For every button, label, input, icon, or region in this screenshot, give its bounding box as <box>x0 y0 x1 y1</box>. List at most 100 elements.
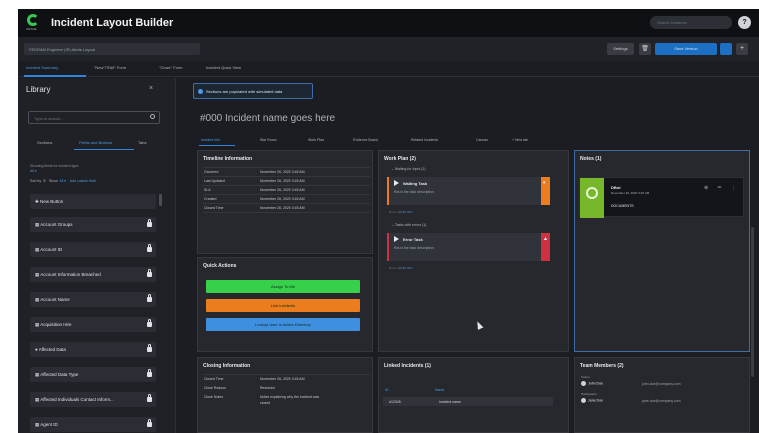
task-meta: Due in 2d 5h 32m <box>389 210 413 214</box>
library-item[interactable]: ▦ Account Information Breached <box>30 267 156 282</box>
section-title: Team Members (2) <box>580 363 624 369</box>
lock-icon <box>147 294 152 302</box>
timeline-section[interactable]: Timeline Information Occurred November 26… <box>197 150 373 254</box>
library-tab-sections[interactable]: Sections <box>37 140 52 145</box>
closing-row: Close Notes Notes explaining why the inci… <box>204 395 320 399</box>
library-tab-tabs[interactable]: Tabs <box>138 140 146 145</box>
note-body: DOCUMENTS <box>611 204 634 208</box>
closing-row: Close Reason Resolved <box>204 386 275 390</box>
closing-row: closed <box>260 401 271 405</box>
library-item[interactable]: ▦ Account Groups <box>30 217 156 232</box>
library-item-label: ✚ New Button <box>35 199 64 204</box>
show-label: Show <box>48 179 58 183</box>
lock-icon <box>147 219 152 227</box>
team-member-email: jane.doe@company.com <box>642 399 681 403</box>
app-window: CRANE Incident Layout Builder Search inc… <box>18 9 759 433</box>
incident-tab-related-incidents[interactable]: Related Incidents <box>411 138 438 142</box>
lock-icon <box>147 244 152 252</box>
library-search-input[interactable]: Type to search... <box>28 111 160 124</box>
timeline-row: Last Updated November 26, 2020 3:45 AM <box>204 179 305 183</box>
task-arrow-icon <box>394 236 399 242</box>
logo-text: CRANE <box>26 27 37 31</box>
tab-close-form[interactable]: "Close" Form <box>159 65 183 70</box>
library-active-tab-underline <box>74 149 134 150</box>
library-item[interactable]: ▦ Account ID <box>30 242 156 257</box>
library-item[interactable]: ▦ Affected Data Type <box>30 367 156 382</box>
timeline-row: SLA November 26, 2020 3:45 AM <box>204 188 305 192</box>
app-header: CRANE Incident Layout Builder Search inc… <box>18 9 759 37</box>
incident-tab-canvas[interactable]: Canvas <box>476 138 488 142</box>
library-title: Library <box>26 85 51 94</box>
library-item-label: ▦ Account Information Breached <box>35 272 101 277</box>
new-tab-button[interactable]: + New tab <box>512 138 528 142</box>
note-card[interactable]: DBot November 26, 2020 3:45 AM DOCUMENTS… <box>579 177 744 218</box>
library-scrollbar[interactable] <box>159 194 162 206</box>
header-search-input[interactable]: Search incidents <box>650 16 732 29</box>
table-row[interactable]: #12345 Incident name <box>383 397 553 406</box>
more-button[interactable]: + <box>736 43 748 55</box>
task-card-error[interactable]: Error Task this is the task description … <box>387 233 550 261</box>
lookup-user-button[interactable]: Lookup User in Active Directory <box>206 318 360 331</box>
library-tab-fields-buttons[interactable]: Fields and Buttons <box>79 140 112 145</box>
canvas-scrollbar[interactable] <box>751 227 754 377</box>
library-item-label: ▦ Affected Data Type <box>35 372 79 377</box>
work-plan-group-errors[interactable]: ⌄ Tasks with errors (1) <box>391 223 426 227</box>
close-icon[interactable]: × <box>149 85 153 92</box>
help-icon[interactable]: ? <box>738 16 751 29</box>
add-custom-field-link[interactable]: Add custom field <box>70 179 96 183</box>
task-card-waiting[interactable]: Waiting Task this is the task descriptio… <box>387 177 550 205</box>
lock-icon <box>147 419 152 427</box>
library-item-new-button[interactable]: ✚ New Button <box>30 194 156 209</box>
tab-new-edit-form[interactable]: "New"/"Edit" Form <box>94 65 126 70</box>
library-item-label: ▦ Acquisition Hire <box>35 322 72 327</box>
incident-tab-work-plan[interactable]: Work Plan <box>308 138 324 142</box>
library-item-label: ▦ Account Name <box>35 297 70 302</box>
save-version-button[interactable]: Save Version <box>655 43 717 55</box>
lock-icon <box>147 369 152 377</box>
closing-information-section[interactable]: Closing Information Closed Time November … <box>197 357 373 433</box>
incident-tab-info[interactable]: Incident Info <box>201 138 220 142</box>
save-options-button[interactable] <box>720 43 732 55</box>
warning-icon: ▲ <box>543 236 548 242</box>
task-description: this is the task description <box>394 190 435 194</box>
dbot-icon <box>586 187 598 199</box>
layout-name-field[interactable]: FEDRAM Engineer (IR) Alerts Layout <box>24 43 200 55</box>
incident-tab-evidence-board[interactable]: Evidence Board <box>353 138 378 142</box>
show-select[interactable]: All ▾ <box>59 179 66 183</box>
work-plan-group-waiting[interactable]: ⌄ Waiting for Input (1) <box>391 167 426 171</box>
note-action-icons[interactable]: ⊕ ✏ ⋮ <box>704 185 740 191</box>
closing-row: Closed Time November 26, 2020 3:45 AM <box>204 377 305 381</box>
user-icon <box>581 398 586 403</box>
team-role: Owner <box>581 375 590 379</box>
section-title: Quick Actions <box>203 263 237 269</box>
pause-icon: ⏸ <box>543 180 546 186</box>
trash-icon[interactable]: 🗑 <box>639 43 651 55</box>
link-incidents-button[interactable]: Link Incidents <box>206 299 360 312</box>
incident-tab-war-room[interactable]: War Room <box>260 138 277 142</box>
quick-actions-section[interactable]: Quick Actions Assign To Me Link Incident… <box>197 257 373 352</box>
incident-active-tab-underline <box>199 145 235 146</box>
library-item[interactable]: ▦ Affected Individuals Contact Inform... <box>30 392 156 407</box>
incident-title: #000 Incident name goes here <box>200 113 336 124</box>
settings-button[interactable]: Settings <box>607 43 634 55</box>
library-item[interactable]: ▦ Acquisition Hire <box>30 317 156 332</box>
info-icon <box>198 89 203 94</box>
tab-incident-summary[interactable]: Incident Summary <box>26 65 58 70</box>
tab-incident-quick-view[interactable]: Incident Quick View <box>206 65 241 70</box>
library-item-label: ▦ Agent ID <box>35 422 58 427</box>
notes-section[interactable]: Notes (1) DBot November 26, 2020 3:45 AM… <box>574 150 750 352</box>
team-members-section[interactable]: Team Members (2) Owner John Doe john.doe… <box>574 357 750 433</box>
library-item-label: ▦ Affected Individuals Contact Inform... <box>35 397 114 402</box>
sort-label: Sort by <box>30 179 42 183</box>
library-item[interactable]: ● Affected Data <box>30 342 156 357</box>
library-item[interactable]: ▦ Agent ID <box>30 417 156 432</box>
linked-incidents-section[interactable]: Linked Incidents (1) ID Name #12345 Incide… <box>378 357 569 433</box>
user-icon <box>581 381 586 386</box>
incident-type-select[interactable]: All ▾ <box>30 169 79 174</box>
team-member-email: john.doe@company.com <box>642 382 681 386</box>
library-item[interactable]: ▦ Account Name <box>30 292 156 307</box>
active-tab-underline <box>24 75 86 77</box>
library-item-label: ▦ Account Groups <box>35 222 73 227</box>
task-status-flag: ⏸ <box>541 177 550 205</box>
assign-to-me-button[interactable]: Assign To Me <box>206 280 360 293</box>
